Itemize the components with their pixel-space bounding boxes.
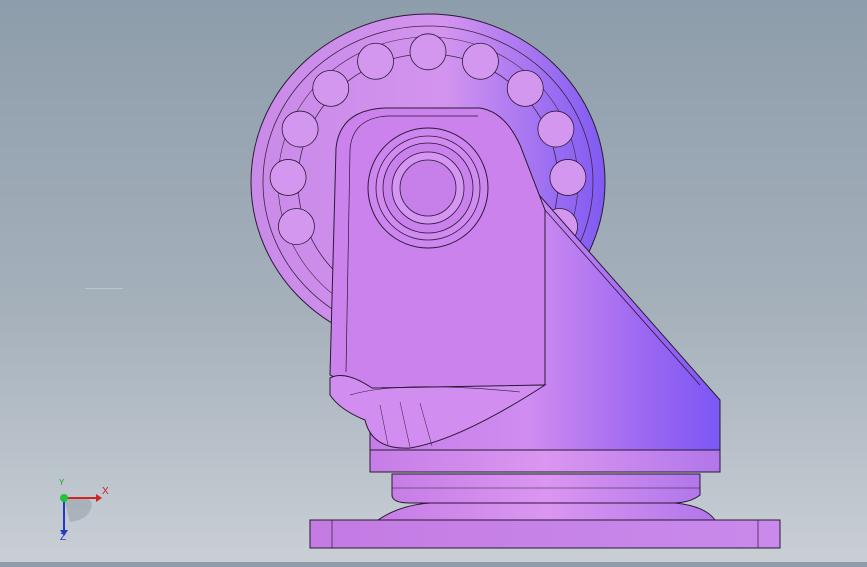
bearing-ball <box>506 69 544 107</box>
coordinate-triad[interactable]: X Y Z <box>50 478 110 544</box>
bearing-ball <box>462 42 499 80</box>
x-axis-label: X <box>102 486 109 497</box>
reference-line <box>85 288 123 289</box>
triad-shade <box>64 496 92 522</box>
bearing-ball <box>269 159 307 196</box>
swivel-base[interactable] <box>369 449 721 521</box>
bearing-ball <box>409 33 447 71</box>
y-axis-label: Y <box>59 478 65 487</box>
bearing-ball <box>549 159 587 196</box>
bearing-ball <box>312 69 350 107</box>
bearing-ball <box>281 110 319 148</box>
bearing-ball <box>278 208 315 245</box>
cad-viewport[interactable] <box>0 0 867 562</box>
y-axis-dot-icon <box>60 494 68 502</box>
bearing-ball <box>357 42 394 80</box>
bearing-ball <box>537 110 575 148</box>
z-axis-label: Z <box>60 532 67 543</box>
fork-bracket[interactable] <box>329 107 721 471</box>
mounting-plate[interactable] <box>309 519 781 549</box>
